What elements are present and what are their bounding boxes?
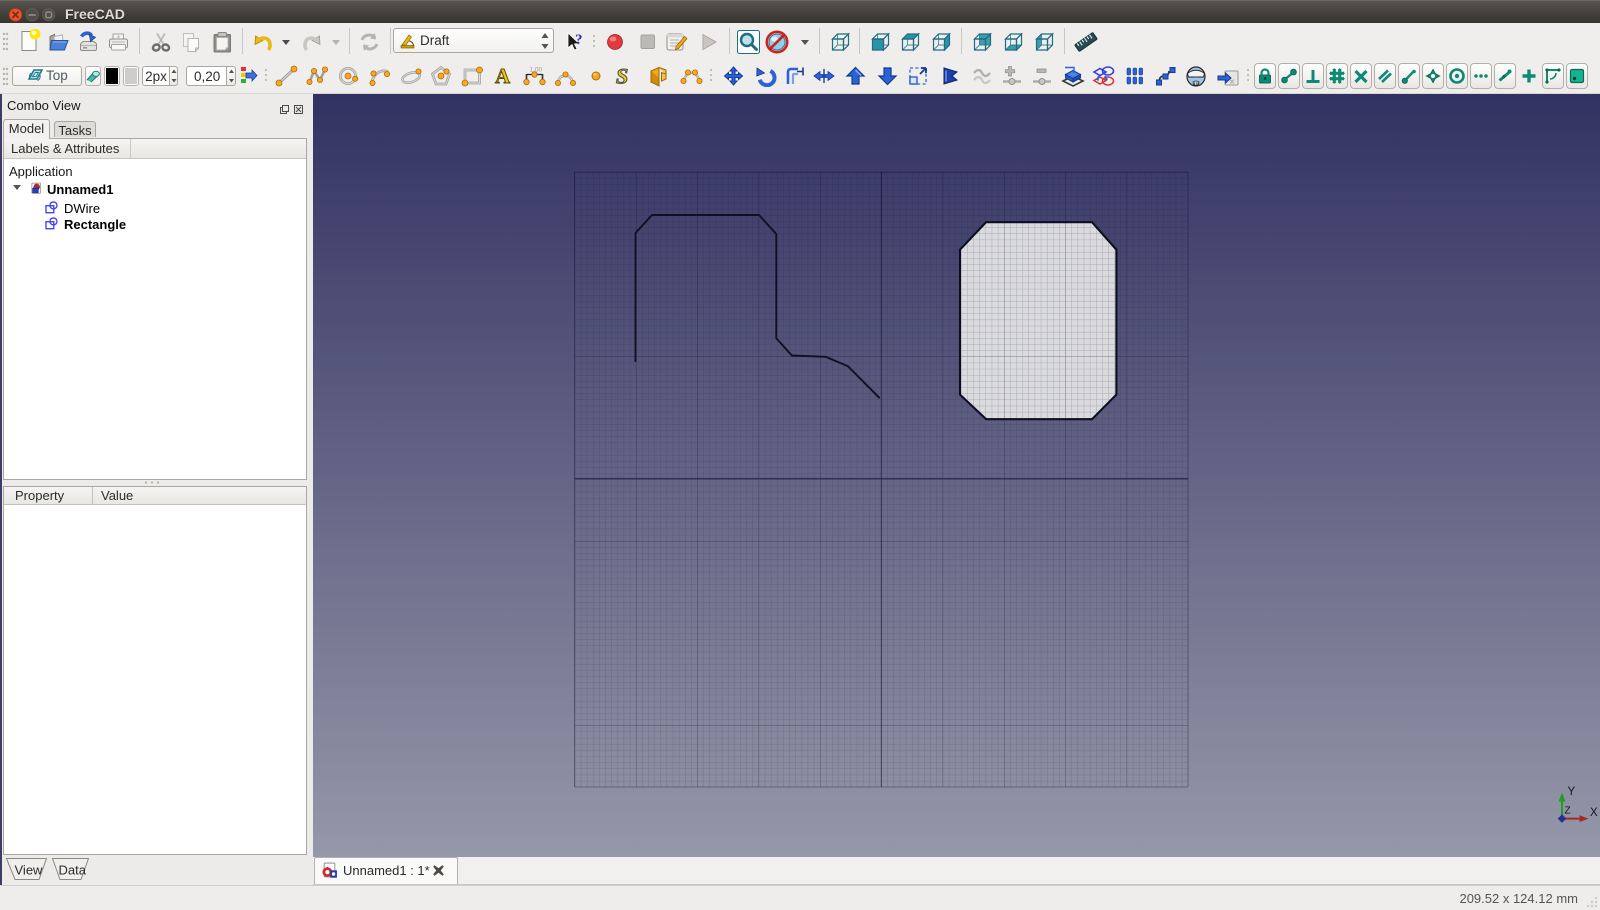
svg-text:View: View — [15, 863, 44, 878]
svg-text:Data: Data — [59, 863, 87, 878]
svg-text:A: A — [495, 65, 511, 87]
svg-text:Z: Z — [1565, 806, 1571, 817]
svg-text:?: ? — [575, 32, 583, 48]
svg-text:S: S — [616, 65, 628, 87]
svg-text:X: X — [1590, 807, 1598, 819]
svg-text:Y: Y — [1568, 786, 1576, 798]
